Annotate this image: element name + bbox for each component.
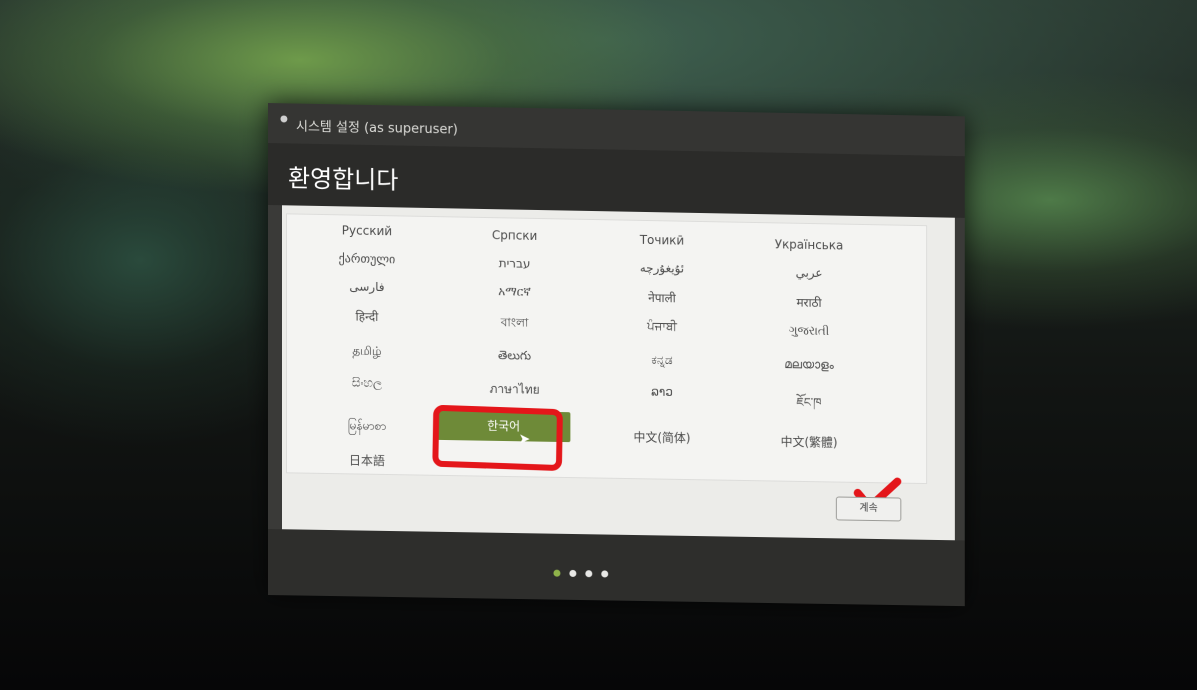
language-option[interactable]: नेपाली bbox=[602, 288, 721, 307]
language-option[interactable]: ਪੰਜਾਬੀ bbox=[602, 318, 721, 335]
page-dot[interactable] bbox=[601, 570, 609, 578]
language-option[interactable]: አማርኛ bbox=[455, 283, 575, 300]
continue-button[interactable]: 계속 bbox=[835, 496, 902, 522]
page-indicator bbox=[553, 562, 617, 582]
language-panel: Русский Српски Точикӣ Українська ქართული… bbox=[281, 205, 955, 541]
language-option[interactable]: ગુજરાતી bbox=[749, 323, 868, 340]
page-dot-active[interactable] bbox=[553, 569, 561, 577]
language-option[interactable]: हिन्दी bbox=[307, 307, 427, 326]
settings-window: ● 시스템 설정 (as superuser) 환영합니다 Русский Ср… bbox=[268, 103, 965, 607]
language-option[interactable]: తెలుగు bbox=[455, 347, 575, 366]
language-grid: Русский Српски Точикӣ Українська ქართული… bbox=[285, 213, 928, 485]
language-option[interactable]: Українська bbox=[749, 237, 868, 253]
language-option[interactable]: မြန်မာစာ bbox=[307, 417, 427, 437]
language-option[interactable]: 中文(繁體) bbox=[749, 432, 868, 451]
language-option[interactable]: עברית bbox=[455, 255, 575, 271]
language-option[interactable]: සිංහල bbox=[307, 375, 427, 392]
annotation-highlight-box bbox=[432, 404, 563, 472]
welcome-title: 환영합니다 bbox=[287, 164, 399, 195]
wizard-footer bbox=[268, 529, 965, 607]
language-option[interactable]: عربي bbox=[749, 265, 868, 281]
language-option[interactable]: ئۇيغۇرچە bbox=[602, 260, 721, 276]
language-option[interactable]: தமிழ் bbox=[307, 343, 427, 361]
page-dot[interactable] bbox=[585, 570, 593, 578]
language-option[interactable]: Точикӣ bbox=[602, 232, 721, 248]
language-option[interactable]: فارسی bbox=[307, 279, 427, 295]
language-option[interactable]: ཇོང་ཁ bbox=[749, 388, 868, 424]
page-dot[interactable] bbox=[569, 569, 577, 577]
language-option[interactable]: ಕನ್ನಡ bbox=[602, 352, 721, 369]
window-menu-icon[interactable]: ● bbox=[280, 114, 288, 124]
language-option[interactable]: Српски bbox=[455, 227, 575, 243]
language-option[interactable]: മലയാളം bbox=[749, 356, 868, 373]
mouse-cursor-icon: ➤ bbox=[518, 431, 531, 448]
language-option[interactable]: 中文(简体) bbox=[602, 428, 721, 447]
language-option[interactable]: Русский bbox=[307, 223, 427, 239]
language-option[interactable]: ქართული bbox=[307, 251, 427, 267]
language-option[interactable]: 日本語 bbox=[307, 451, 427, 470]
language-option[interactable]: বাংলা bbox=[455, 313, 575, 335]
language-option[interactable]: मराठी bbox=[749, 293, 868, 312]
language-option[interactable]: ภาษาไทย bbox=[455, 379, 575, 400]
language-option[interactable]: ລາວ bbox=[602, 384, 721, 400]
window-title: 시스템 설정 (as superuser) bbox=[295, 119, 458, 138]
